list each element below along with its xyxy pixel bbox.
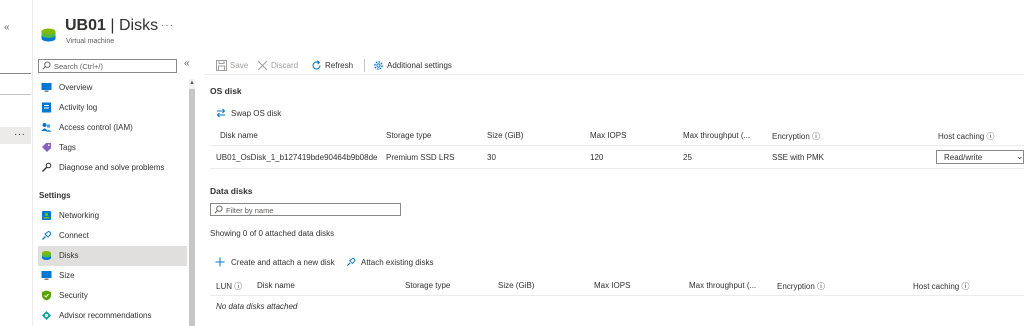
virtual-machine-icon	[41, 28, 56, 42]
title-more-button[interactable]: ···	[161, 20, 174, 31]
sidebar-item-activity-log[interactable]: Activity log	[38, 98, 187, 118]
toolbar-divider	[204, 74, 1024, 75]
additional-settings-label: Additional settings	[387, 61, 452, 70]
column-header-host-caching[interactable]: Host caching ⓘ	[938, 131, 994, 142]
title-section: | Disks	[105, 17, 159, 34]
tag-icon	[42, 143, 51, 152]
table-header-divider	[210, 145, 1024, 146]
os-disk-encryption: SSE with PMK	[772, 153, 825, 162]
sidebar-item-label: Size	[59, 271, 75, 280]
page-title: UB01 | Disks	[65, 17, 158, 35]
column-header-storage-type[interactable]: Storage type	[386, 131, 431, 140]
sidebar-item-security[interactable]: Security	[38, 286, 187, 306]
os-disk-storage-type: Premium SSD LRS	[386, 153, 455, 162]
divider	[0, 94, 31, 95]
sidebar-item-label: Connect	[59, 231, 89, 240]
sidebar-item-overview[interactable]: Overview	[38, 78, 187, 98]
gear-icon	[374, 61, 383, 70]
filter-placeholder: Filter by name	[226, 206, 274, 215]
data-disks-count: Showing 0 of 0 attached data disks	[210, 229, 335, 238]
search-icon	[42, 61, 51, 70]
attach-existing-label: Attach existing disks	[361, 258, 434, 267]
column-header-size[interactable]: Size (GiB)	[487, 131, 523, 140]
collapse-sidebar-button[interactable]: «	[184, 58, 190, 69]
sidebar-item-connect[interactable]: Connect	[38, 226, 187, 246]
connect-icon	[346, 257, 356, 267]
create-attach-label: Create and attach a new disk	[231, 258, 335, 267]
sidebar-item-tags[interactable]: Tags	[38, 138, 187, 158]
sidebar-search-placeholder: Search (Ctrl+/)	[54, 62, 103, 71]
column-header-lun[interactable]: LUN ⓘ	[216, 281, 242, 292]
host-caching-value: Read/write	[944, 153, 983, 162]
chevron-down-icon: ⌄	[1016, 151, 1024, 161]
search-icon	[214, 205, 223, 214]
sidebar-item-diagnose[interactable]: Diagnose and solve problems	[38, 158, 187, 178]
save-icon	[216, 60, 227, 71]
refresh-icon	[312, 60, 321, 70]
column-header-host-caching[interactable]: Host caching ⓘ	[913, 281, 969, 292]
swap-icon	[216, 108, 226, 118]
table-row-divider	[210, 168, 1024, 169]
people-icon	[41, 123, 52, 132]
empty-state-message: No data disks attached	[216, 302, 298, 311]
os-disk-name-link[interactable]: UB01_OsDisk_1_b127419bde90464b9b08de	[216, 153, 377, 162]
collapse-left-button[interactable]: «	[4, 22, 10, 33]
refresh-label: Refresh	[325, 61, 354, 70]
network-icon	[42, 211, 51, 220]
sidebar-scroll-thumb[interactable]	[189, 89, 195, 326]
data-disks-heading: Data disks	[210, 186, 253, 196]
advisor-icon	[42, 311, 51, 320]
activity-log-icon	[42, 102, 51, 113]
page-subtitle: Virtual machine	[66, 38, 115, 45]
sidebar-item-label: Security	[59, 291, 88, 300]
swap-os-disk-label: Swap OS disk	[231, 109, 282, 118]
column-header-max-iops[interactable]: Max IOPS	[590, 131, 626, 140]
column-header-encryption[interactable]: Encryption ⓘ	[772, 131, 820, 142]
os-disk-size: 30	[487, 153, 496, 162]
column-header-max-throughput[interactable]: Max throughput (...	[683, 131, 750, 140]
column-header-disk-name[interactable]: Disk name	[257, 281, 295, 290]
column-header-encryption[interactable]: Encryption ⓘ	[777, 281, 825, 292]
shield-icon	[42, 290, 51, 301]
close-icon	[257, 60, 268, 71]
column-header-storage-type[interactable]: Storage type	[405, 281, 450, 290]
column-header-disk-name[interactable]: Disk name	[220, 131, 258, 140]
table-header-divider	[210, 295, 1024, 296]
scroll-up-arrow-icon[interactable]: ▲	[189, 80, 195, 87]
sidebar-item-size[interactable]: Size	[38, 266, 187, 286]
discard-label: Discard	[271, 61, 299, 70]
sidebar-item-label: Disks	[59, 251, 79, 260]
sidebar-item-label: Networking	[59, 211, 100, 220]
os-disk-max-throughput: 25	[683, 153, 692, 162]
sidebar-item-access-control[interactable]: Access control (IAM)	[38, 118, 187, 138]
wrench-icon	[42, 162, 52, 172]
os-disk-max-iops: 120	[590, 153, 604, 162]
column-header-max-throughput[interactable]: Max throughput (...	[689, 281, 756, 290]
sidebar-item-label: Overview	[59, 83, 93, 92]
sidebar-section-settings: Settings	[39, 191, 71, 200]
sidebar-item-advisor[interactable]: Advisor recommendations	[38, 306, 187, 326]
column-header-max-iops[interactable]: Max IOPS	[594, 281, 630, 290]
column-header-size[interactable]: Size (GiB)	[498, 281, 534, 290]
disks-icon	[42, 251, 51, 260]
sidebar-item-label: Diagnose and solve problems	[59, 163, 165, 172]
size-icon	[41, 271, 52, 280]
sidebar-item-label: Access control (IAM)	[59, 123, 133, 132]
save-label: Save	[230, 61, 249, 70]
sidebar-item-label: Tags	[59, 143, 76, 152]
sidebar-item-disks[interactable]: Disks	[38, 246, 187, 266]
toolbar-separator	[364, 59, 365, 72]
divider	[0, 73, 31, 74]
sidebar-item-networking[interactable]: Networking	[38, 206, 187, 226]
title-resource: UB01	[65, 17, 106, 34]
connect-icon	[42, 230, 52, 240]
plus-icon	[215, 257, 225, 267]
monitor-icon	[41, 83, 52, 92]
os-disk-heading: OS disk	[210, 86, 242, 96]
sidebar-item-label: Advisor recommendations	[59, 311, 152, 320]
background-blade	[0, 0, 33, 326]
sidebar-item-label: Activity log	[59, 103, 98, 112]
more-options-button[interactable]: ···	[14, 129, 26, 140]
